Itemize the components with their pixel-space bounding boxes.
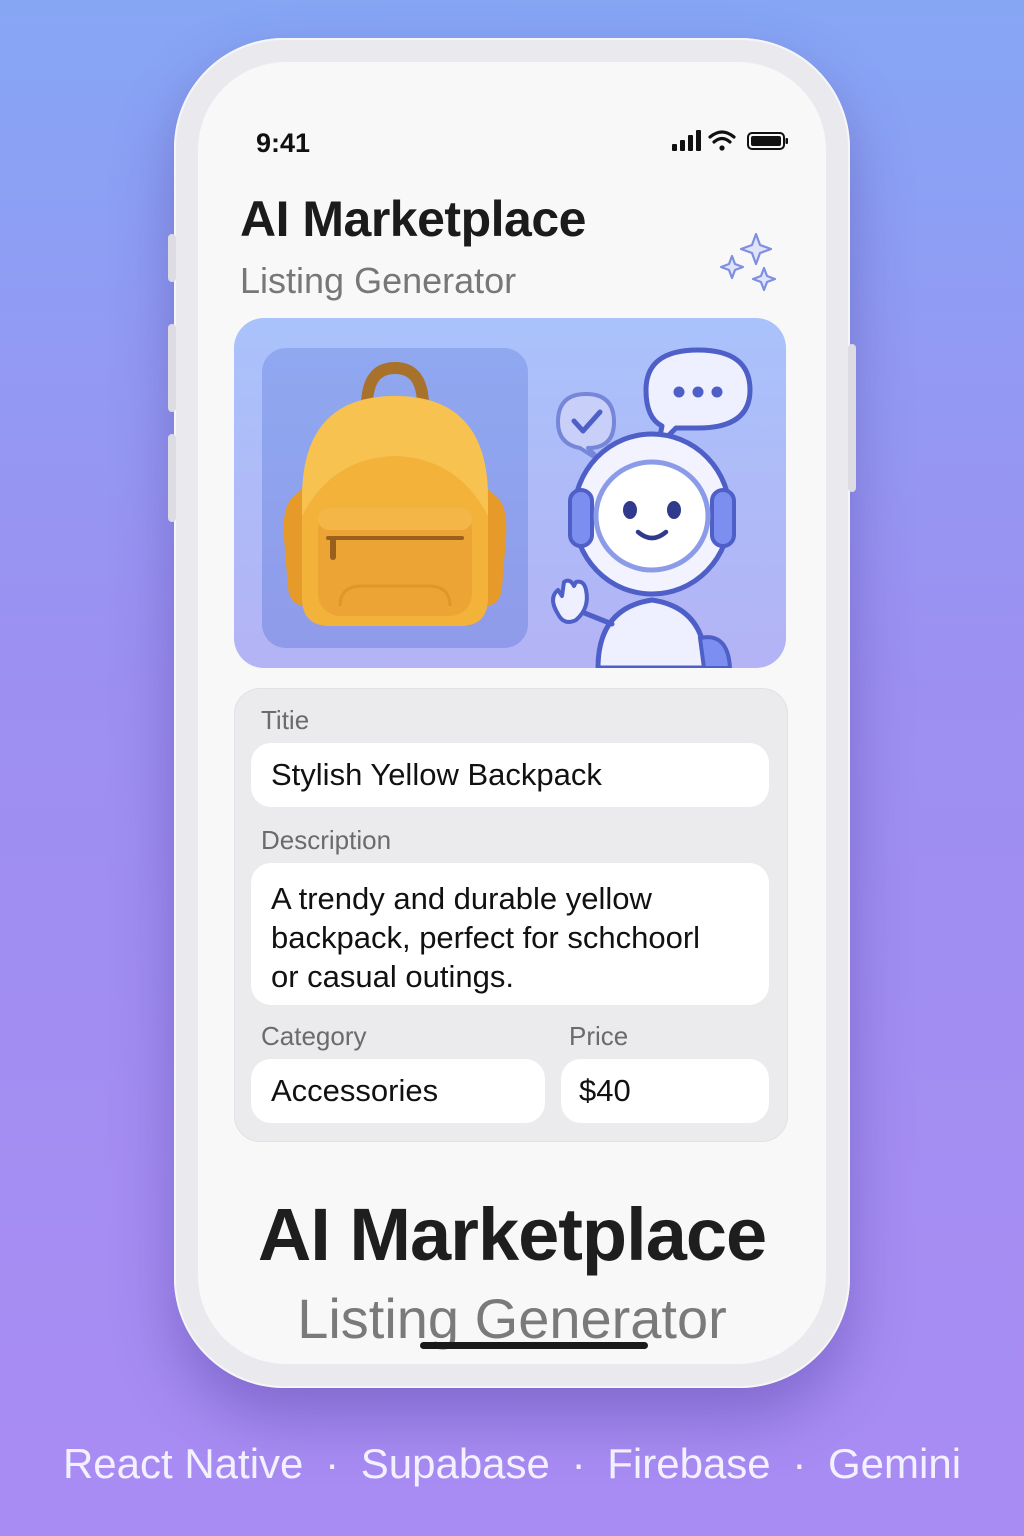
separator-dot: ·: [792, 1440, 807, 1487]
product-image-tile: [262, 348, 528, 648]
category-label: Category: [261, 1021, 367, 1051]
tech-stack: React Native · Supabase · Firebase · Gem…: [0, 1440, 1024, 1488]
description-field[interactable]: A trendy and durable yellow backpack, pe…: [251, 863, 769, 1005]
signal-icon: [672, 130, 701, 151]
backpack-icon: [283, 361, 507, 626]
description-line: backpack, perfect for schchoorl: [271, 920, 701, 955]
price-label: Price: [569, 1021, 629, 1051]
mute-switch: [168, 234, 176, 282]
separator-dot: ·: [325, 1440, 340, 1487]
category-field[interactable]: Accessories: [251, 1059, 545, 1123]
tech-item: React Native: [62, 1440, 304, 1487]
title-field[interactable]: Stylish Yellow Backpack: [251, 743, 769, 807]
phone-frame: 9:41 AI Marketplace Listing Generator Ti…: [168, 38, 856, 1388]
description-line: A trendy and durable yellow: [271, 881, 652, 916]
battery-icon: [747, 132, 788, 150]
hero-illustration: [234, 318, 786, 668]
separator-dot: ·: [571, 1440, 586, 1487]
title-value: Stylish Yellow Backpack: [271, 757, 602, 792]
sparkles-icon: [719, 232, 777, 292]
status-bar: 9:41: [198, 62, 826, 158]
listing-form: Titie Stylish Yellow Backpack Descriptio…: [234, 688, 788, 1142]
app-title: AI Marketplace: [240, 191, 586, 247]
status-time: 9:41: [256, 128, 311, 158]
assistant-illustration: [551, 347, 753, 668]
title-label: Titie: [261, 705, 310, 735]
footer-title: AI Marketplace: [257, 1193, 767, 1276]
category-value: Accessories: [271, 1073, 439, 1108]
phone-screen: 9:41 AI Marketplace Listing Generator Ti…: [198, 62, 826, 1364]
volume-up-button: [168, 324, 176, 412]
volume-down-button: [168, 434, 176, 522]
app-subtitle: Listing Generator: [240, 260, 517, 301]
description-label: Description: [261, 825, 392, 855]
price-value: $40: [579, 1073, 631, 1108]
wifi-icon: [708, 130, 736, 151]
tech-item: Firebase: [607, 1440, 771, 1487]
tech-item: Supabase: [360, 1440, 550, 1487]
description-line: or casual outings.: [271, 959, 514, 994]
price-field[interactable]: $40: [561, 1059, 769, 1123]
speech-bubble-icon: [643, 347, 753, 449]
status-icons: [672, 128, 792, 152]
power-button: [848, 344, 856, 492]
robot-icon: [551, 431, 736, 668]
tech-item: Gemini: [828, 1440, 962, 1487]
home-indicator[interactable]: [420, 1342, 648, 1349]
